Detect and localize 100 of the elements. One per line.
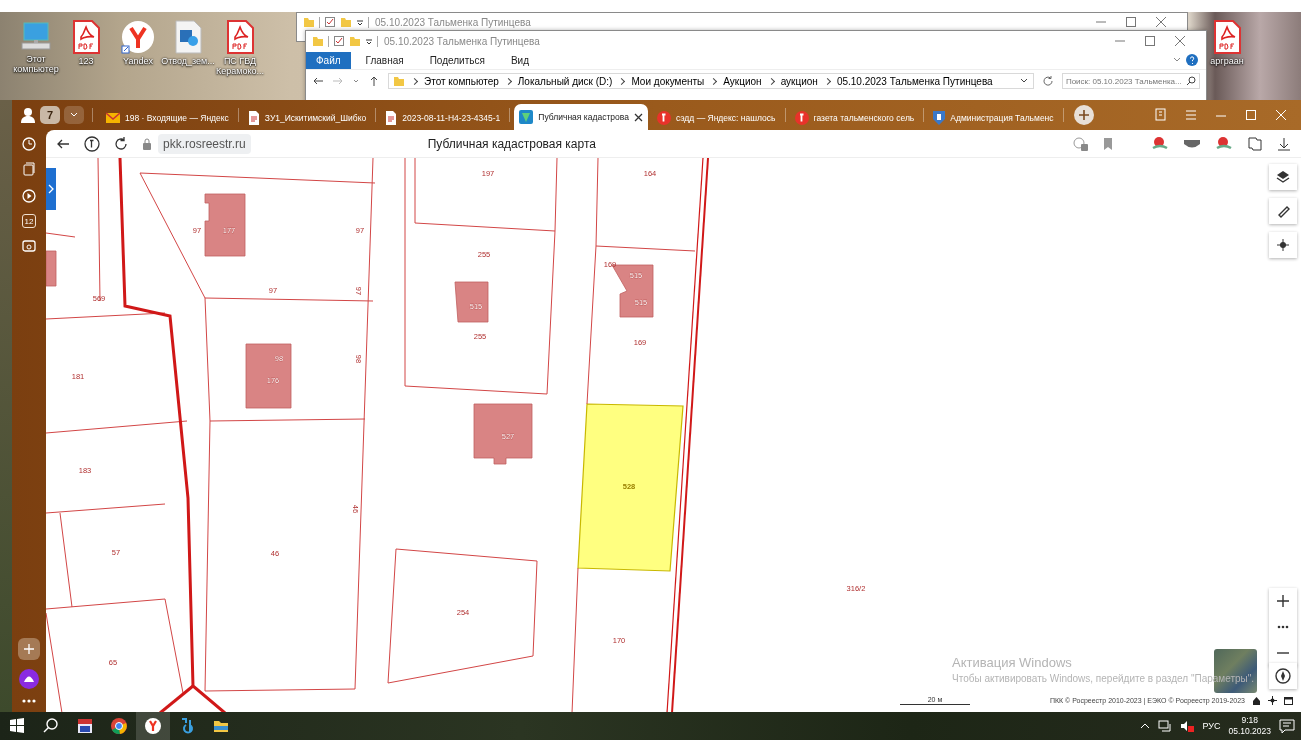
- browser-tab[interactable]: ЗУ1_Искитимский_Шибко: [242, 106, 372, 130]
- tab-favicon: [794, 111, 809, 125]
- extension-icon[interactable]: [1215, 135, 1233, 152]
- add-button[interactable]: [18, 638, 40, 660]
- locate-button[interactable]: [1269, 232, 1297, 258]
- up-arrow-icon[interactable]: [368, 75, 380, 87]
- ruler-icon: [1276, 204, 1290, 218]
- desktop-icon-label: ПС ГВД Керамоко...: [216, 57, 264, 77]
- crosshair-icon[interactable]: [1268, 696, 1277, 705]
- ribbon-tab[interactable]: Вид: [499, 51, 540, 69]
- browser-tab[interactable]: 2023-08-11-Н4-23-4345-1: [380, 106, 506, 130]
- image-icon[interactable]: [21, 238, 37, 254]
- address-field[interactable]: pkk.rosreestr.ru: [158, 133, 251, 154]
- reload-icon[interactable]: [114, 136, 128, 151]
- lock-icon: [142, 137, 152, 150]
- building-footprint[interactable]: [204, 193, 246, 257]
- ribbon-tab[interactable]: Файл: [306, 51, 351, 69]
- download-icon[interactable]: [1277, 136, 1291, 151]
- more-icon[interactable]: [21, 698, 37, 704]
- desktop-icon-label: арграан: [1210, 57, 1244, 67]
- desktop-icon-label: Этот компьютер: [13, 55, 59, 75]
- yandex-browser-icon[interactable]: [144, 717, 162, 735]
- folder-icon: [393, 75, 405, 87]
- browser-tab[interactable]: Администрация Тальменс: [928, 106, 1059, 130]
- start-icon[interactable]: [8, 717, 26, 735]
- desktop-pdf-icon: [1213, 20, 1241, 54]
- maximize-icon[interactable]: [1243, 107, 1259, 123]
- breadcrumb-item[interactable]: Мои документы: [631, 75, 705, 87]
- document-app-icon[interactable]: [76, 717, 94, 735]
- folder-icon: [349, 35, 361, 47]
- chrome-icon[interactable]: [110, 717, 128, 735]
- plus-icon: [1277, 595, 1289, 607]
- maximize-icon[interactable]: [1144, 35, 1156, 47]
- browser-tab[interactable]: сэдд — Яндекс: нашлось: [651, 106, 781, 130]
- building-footprint[interactable]: [473, 403, 533, 465]
- maximize-icon[interactable]: [1125, 16, 1137, 28]
- plus-icon: [1078, 110, 1089, 120]
- address-bar[interactable]: Этот компьютер Локальный диск (D:) Мои документы Аукцион аукцион 05.10.2023 Тальменка Путинцева: [388, 73, 1034, 89]
- breadcrumb-item[interactable]: Локальный диск (D:): [517, 75, 613, 87]
- volume-muted-icon[interactable]: [1180, 720, 1195, 732]
- page-title: Публичная кадастровая карта: [426, 136, 597, 151]
- clock-time[interactable]: 9:18: [1241, 715, 1258, 726]
- folder-icon: [303, 16, 315, 28]
- notifications-icon[interactable]: [1279, 718, 1295, 734]
- layers-button[interactable]: [1269, 164, 1297, 190]
- desktop-icon-label: Yandex: [123, 57, 153, 67]
- extension-icon[interactable]: [1183, 137, 1201, 150]
- panel-toggle-button[interactable]: [46, 168, 56, 210]
- tab-counter[interactable]: 7: [40, 106, 60, 124]
- network-icon[interactable]: [1158, 720, 1173, 732]
- folder-icon: [340, 16, 352, 28]
- browser-tab[interactable]: газета тальменского сель: [789, 106, 920, 130]
- zoom-out-button[interactable]: [1269, 640, 1297, 666]
- breadcrumb-item[interactable]: Этот компьютер: [424, 75, 499, 87]
- tab-favicon: [519, 110, 534, 124]
- calendar-icon[interactable]: 12: [22, 214, 36, 228]
- search-icon[interactable]: [42, 717, 60, 735]
- refresh-icon[interactable]: [1041, 75, 1054, 87]
- history-icon[interactable]: [21, 136, 37, 152]
- window-title: 05.10.2023 Тальменка Путинцева: [375, 16, 531, 28]
- tab-favicon: [247, 111, 260, 125]
- bookmark-icon[interactable]: [1103, 137, 1113, 150]
- browser-tab[interactable]: Публичная кадастрова: [514, 104, 648, 130]
- compass-icon: [1275, 668, 1291, 684]
- language-indicator[interactable]: РУС: [1202, 721, 1221, 731]
- breadcrumb-item[interactable]: аукцион: [780, 75, 818, 87]
- extension-icon[interactable]: [1151, 135, 1169, 152]
- new-tab-button[interactable]: [1073, 105, 1094, 125]
- play-icon[interactable]: [21, 188, 37, 204]
- back-arrow-icon[interactable]: [312, 75, 324, 87]
- desktop-icon-label: Отвод_зем...: [161, 57, 215, 67]
- home-icon[interactable]: [1252, 696, 1261, 705]
- protect-icon[interactable]: [1073, 136, 1089, 151]
- search-field[interactable]: Поиск: 05.10.2023 Тальменка...: [1061, 73, 1200, 89]
- compass-button[interactable]: [1269, 663, 1297, 689]
- collections-icon[interactable]: [21, 162, 37, 178]
- zoom-in-button[interactable]: [1269, 588, 1297, 614]
- building-footprint[interactable]: [454, 281, 489, 323]
- sidebar-panel-icon[interactable]: [1247, 135, 1263, 152]
- measure-button[interactable]: [1269, 198, 1297, 224]
- yandex-button-icon[interactable]: [84, 135, 100, 152]
- close-icon[interactable]: [633, 112, 643, 122]
- profile-icon[interactable]: [20, 107, 36, 123]
- chevron-right-icon: [48, 184, 54, 194]
- ribbon-tab[interactable]: Главная: [354, 51, 415, 69]
- clock-date[interactable]: 05.10.2023: [1228, 726, 1271, 737]
- checklist-icon: [333, 35, 345, 47]
- assistant-icon[interactable]: [19, 669, 39, 689]
- desktop-pdf-icon: [226, 20, 254, 54]
- browser-tab[interactable]: 198 · Входящие — Яндекс: [101, 106, 234, 130]
- window-icon[interactable]: [1284, 696, 1293, 705]
- ribbon-tab[interactable]: Поделиться: [418, 51, 496, 69]
- folder-icon: [312, 35, 324, 47]
- desktop-yandex-icon: [121, 20, 155, 54]
- activation-title: Активация Windows: [952, 655, 1073, 670]
- chevron-up-icon[interactable]: [1140, 721, 1151, 731]
- help-icon[interactable]: [1186, 54, 1198, 66]
- desktop-media-icon: [174, 20, 202, 54]
- breadcrumb-item[interactable]: 05.10.2023 Тальменка Путинцева: [836, 75, 993, 87]
- breadcrumb-item[interactable]: Аукцион: [723, 75, 762, 87]
